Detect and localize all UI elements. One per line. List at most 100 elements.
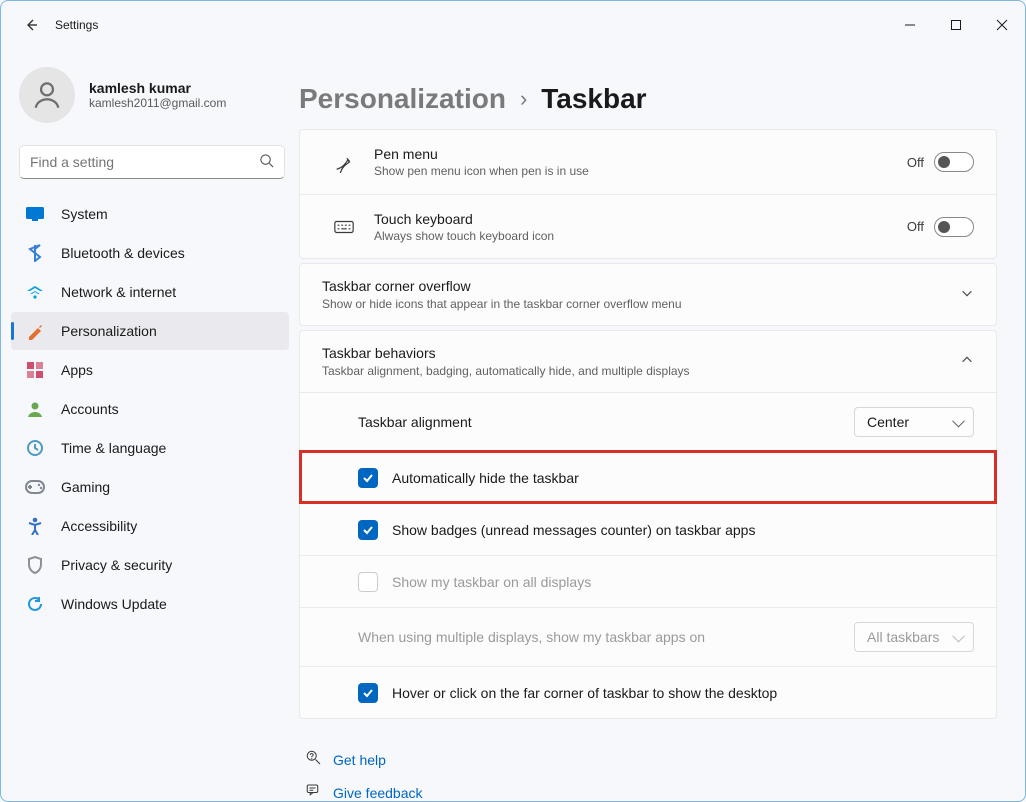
- sidebar-item-accounts[interactable]: Accounts: [11, 390, 289, 428]
- help-icon: [305, 749, 333, 770]
- sidebar-item-windows-update[interactable]: Windows Update: [11, 585, 289, 623]
- nav-label: Apps: [61, 362, 93, 378]
- feedback-text: Give feedback: [333, 785, 423, 801]
- close-icon: [996, 19, 1008, 31]
- all-displays-label: Show my taskbar on all displays: [392, 574, 974, 590]
- person-icon: [30, 78, 64, 112]
- nav-label: Accounts: [61, 401, 119, 417]
- breadcrumb: Personalization › Taskbar: [299, 49, 997, 129]
- feedback-icon: [305, 782, 333, 801]
- hover-corner-checkbox[interactable]: [358, 683, 378, 703]
- sidebar-item-network-internet[interactable]: Network & internet: [11, 273, 289, 311]
- bluetooth-icon: [25, 243, 45, 263]
- sidebar-item-gaming[interactable]: Gaming: [11, 468, 289, 506]
- apps-icon: [25, 360, 45, 380]
- pen-menu-toggle[interactable]: [934, 152, 974, 172]
- nav-list: System Bluetooth & devices Network & inter…: [5, 195, 295, 623]
- sidebar-item-time-language[interactable]: Time & language: [11, 429, 289, 467]
- time-language-icon: [25, 438, 45, 458]
- behaviors-body: Taskbar alignment Center Automatically h…: [300, 392, 996, 718]
- nav-label: Gaming: [61, 479, 110, 495]
- badges-checkbox[interactable]: [358, 520, 378, 540]
- accounts-icon: [25, 399, 45, 419]
- app-title: Settings: [55, 18, 98, 32]
- privacy-icon: [25, 555, 45, 575]
- minimize-icon: [904, 19, 916, 31]
- behaviors-expander: Taskbar behaviors Taskbar alignment, bad…: [299, 330, 997, 719]
- overflow-header[interactable]: Taskbar corner overflow Show or hide ico…: [300, 264, 996, 325]
- search-box[interactable]: [19, 145, 285, 179]
- nav-label: Privacy & security: [61, 557, 172, 573]
- sidebar: kamlesh kumar kamlesh2011@gmail.com Syst…: [1, 49, 299, 801]
- titlebar: Settings: [1, 1, 1025, 49]
- user-name: kamlesh kumar: [89, 80, 226, 96]
- hover-corner-label: Hover or click on the far corner of task…: [392, 685, 974, 701]
- sidebar-item-bluetooth-devices[interactable]: Bluetooth & devices: [11, 234, 289, 272]
- touch-keyboard-state: Off: [907, 219, 924, 234]
- behaviors-title: Taskbar behaviors: [322, 345, 690, 361]
- breadcrumb-parent[interactable]: Personalization: [299, 83, 506, 115]
- sidebar-item-system[interactable]: System: [11, 195, 289, 233]
- nav-label: Time & language: [61, 440, 166, 456]
- pen-menu-row: Pen menu Show pen menu icon when pen is …: [300, 130, 996, 194]
- back-button[interactable]: [13, 7, 49, 43]
- touch-keyboard-title: Touch keyboard: [374, 211, 907, 227]
- update-icon: [25, 594, 45, 614]
- auto-hide-row: Automatically hide the taskbar: [300, 451, 996, 503]
- multi-displays-label: When using multiple displays, show my ta…: [358, 629, 854, 645]
- alignment-select[interactable]: Center: [854, 407, 974, 437]
- nav-label: Accessibility: [61, 518, 137, 534]
- pen-menu-sub: Show pen menu icon when pen is in use: [374, 164, 907, 178]
- accessibility-icon: [25, 516, 45, 536]
- pen-icon: [322, 151, 366, 173]
- overflow-expander: Taskbar corner overflow Show or hide ico…: [299, 263, 997, 326]
- maximize-icon: [950, 19, 962, 31]
- close-button[interactable]: [979, 9, 1025, 41]
- content: Personalization › Taskbar Pen menu Show …: [299, 49, 1025, 801]
- touch-keyboard-sub: Always show touch keyboard icon: [374, 229, 907, 243]
- minimize-button[interactable]: [887, 9, 933, 41]
- network-icon: [25, 282, 45, 302]
- sidebar-item-accessibility[interactable]: Accessibility: [11, 507, 289, 545]
- auto-hide-checkbox[interactable]: [358, 468, 378, 488]
- hover-corner-row: Hover or click on the far corner of task…: [300, 666, 996, 718]
- behaviors-header[interactable]: Taskbar behaviors Taskbar alignment, bad…: [300, 331, 996, 392]
- personalization-icon: [25, 321, 45, 341]
- chevron-up-icon: [960, 353, 974, 370]
- nav-label: System: [61, 206, 108, 222]
- alignment-label: Taskbar alignment: [358, 414, 854, 430]
- taskbar-corner-icons-card: Pen menu Show pen menu icon when pen is …: [299, 129, 997, 259]
- sidebar-item-personalization[interactable]: Personalization: [11, 312, 289, 350]
- badges-row: Show badges (unread messages counter) on…: [300, 503, 996, 555]
- system-icon: [25, 204, 45, 224]
- auto-hide-label: Automatically hide the taskbar: [392, 470, 974, 486]
- all-displays-row: Show my taskbar on all displays: [300, 555, 996, 607]
- window-controls: [887, 9, 1025, 41]
- search-icon: [259, 153, 274, 171]
- touch-keyboard-row: Touch keyboard Always show touch keyboar…: [300, 194, 996, 258]
- search-input[interactable]: [30, 154, 259, 170]
- user-block[interactable]: kamlesh kumar kamlesh2011@gmail.com: [5, 61, 295, 135]
- nav-label: Bluetooth & devices: [61, 245, 185, 261]
- behaviors-sub: Taskbar alignment, badging, automaticall…: [322, 364, 690, 378]
- page-title: Taskbar: [541, 83, 646, 115]
- sidebar-item-privacy-security[interactable]: Privacy & security: [11, 546, 289, 584]
- breadcrumb-separator: ›: [520, 86, 527, 112]
- sidebar-item-apps[interactable]: Apps: [11, 351, 289, 389]
- gaming-icon: [25, 477, 45, 497]
- footer-links: Get help Give feedback: [299, 719, 997, 801]
- nav-label: Personalization: [61, 323, 157, 339]
- alignment-row: Taskbar alignment Center: [300, 393, 996, 451]
- overflow-sub: Show or hide icons that appear in the ta…: [322, 297, 682, 311]
- get-help-link[interactable]: Get help: [305, 743, 997, 776]
- all-displays-checkbox: [358, 572, 378, 592]
- multi-displays-row: When using multiple displays, show my ta…: [300, 607, 996, 666]
- maximize-button[interactable]: [933, 9, 979, 41]
- nav-label: Network & internet: [61, 284, 176, 300]
- touch-keyboard-toggle[interactable]: [934, 217, 974, 237]
- give-feedback-link[interactable]: Give feedback: [305, 776, 997, 801]
- help-text: Get help: [333, 752, 386, 768]
- pen-menu-title: Pen menu: [374, 146, 907, 162]
- chevron-down-icon: [960, 286, 974, 303]
- pen-menu-state: Off: [907, 155, 924, 170]
